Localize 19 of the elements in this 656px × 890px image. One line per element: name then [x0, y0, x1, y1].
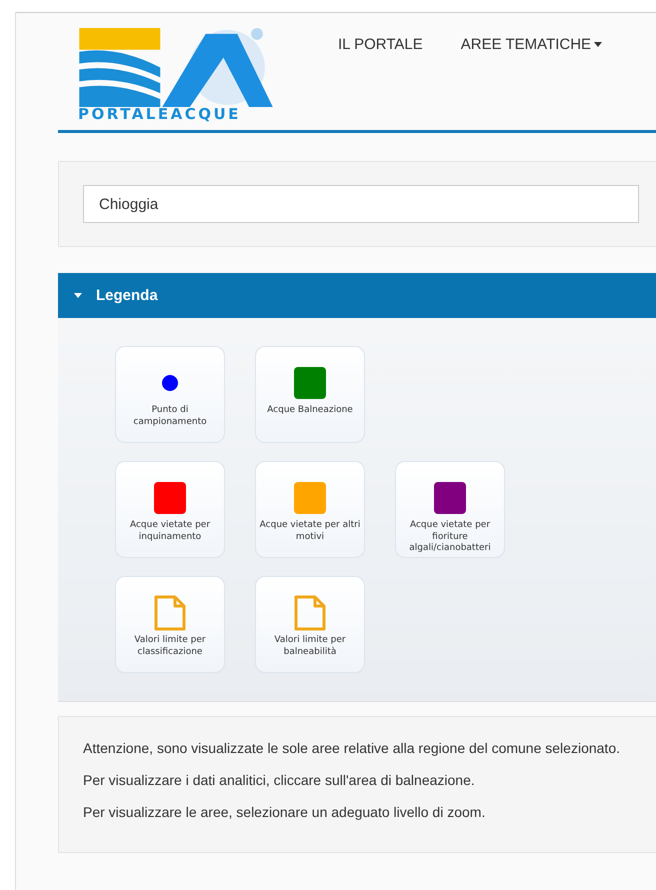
note-text: Per visualizzare le aree, selezionare un adeguato livello di zoom. [83, 802, 486, 822]
legend-header[interactable]: Legenda [58, 273, 656, 318]
nav-link[interactable]: IL PORTALE [338, 36, 423, 53]
legend-label: Acque vietate per altri motivi [258, 520, 362, 544]
caret-icon [74, 293, 82, 298]
nav-link[interactable]: AREE TEMATICHE [460, 36, 602, 53]
legend-label: Acque vietate per inquinamento [128, 520, 212, 544]
search-field[interactable]: Chioggia [83, 185, 639, 223]
note-text: Attenzione, sono visualizzate le sole aree relative alla regione del comune selezionato. [83, 739, 621, 758]
legend-title: Legenda [96, 287, 158, 304]
legend-label: Acque Balneazione [267, 405, 353, 417]
legend-label: Valori limite per classificazione [133, 635, 207, 658]
note-text: Per visualizzare i dati analitici, cliccare sull'area di balneazione. [83, 770, 476, 790]
logo-text: PORTALEACQUE [78, 105, 242, 123]
legend-label: Acque vietate per fioriture algali/cianobatteri [408, 520, 492, 556]
legend-label: Valori limite per balneabilità [273, 635, 347, 658]
document-icon [154, 595, 186, 631]
legend-label: Punto di campionamento [132, 405, 208, 428]
document-icon [294, 595, 326, 631]
